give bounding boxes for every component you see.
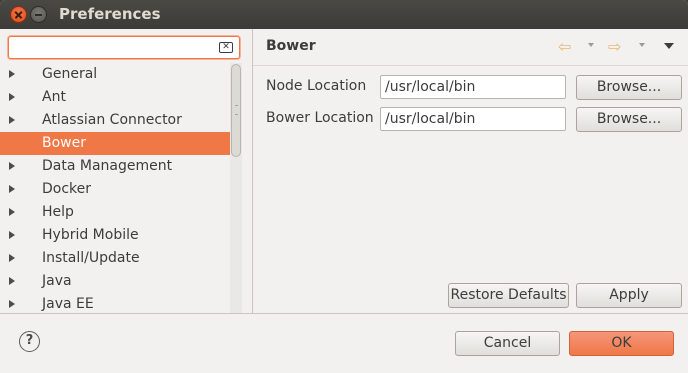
filter-field[interactable]: ✕ [8,36,240,59]
expand-arrow-icon[interactable] [9,70,15,78]
view-menu-icon[interactable] [664,43,674,49]
tree-item-label: Docker [42,181,92,197]
node-location-label: Node Location [266,78,367,94]
node-location-input[interactable] [380,75,566,99]
tree-item-data-management[interactable]: Data Management [0,155,230,178]
cancel-button[interactable]: Cancel [455,331,560,356]
tree-item-help[interactable]: Help [0,201,230,224]
expand-arrow-icon[interactable] [9,162,15,170]
back-arrow-icon[interactable]: ⇦ [558,39,575,55]
expand-arrow-icon[interactable] [9,208,15,216]
preference-tree: General Ant Atlassian Connector Bower Da… [0,63,230,313]
bower-browse-button[interactable]: Browse... [576,107,682,132]
tree-item-hybrid-mobile[interactable]: Hybrid Mobile [0,224,230,247]
tree-item-install-update[interactable]: Install/Update [0,247,230,270]
preference-tree-panel: ✕ General Ant Atlassian Connector Bower … [0,29,252,313]
minimize-window-icon[interactable] [30,6,47,23]
tree-item-label: General [42,66,98,82]
close-window-icon[interactable] [10,6,27,23]
help-icon[interactable]: ? [19,331,40,352]
filter-input[interactable] [13,39,213,56]
tree-item-label: Data Management [42,158,173,174]
tree-item-label: Hybrid Mobile [42,227,139,243]
preference-page: Bower ⇦ ⇨ Node Location Browse... Bower … [253,29,688,313]
title-separator [253,65,688,66]
tree-item-java[interactable]: Java [0,270,230,293]
tree-item-label: Help [42,204,74,220]
expand-arrow-icon[interactable] [9,185,15,193]
expand-arrow-icon[interactable] [9,231,15,239]
expand-arrow-icon[interactable] [9,93,15,101]
apply-button[interactable]: Apply [576,283,682,308]
restore-defaults-button[interactable]: Restore Defaults [448,283,569,308]
expand-arrow-icon[interactable] [9,116,15,124]
expand-arrow-icon[interactable] [9,300,15,308]
back-history-dropdown-icon[interactable] [588,43,594,47]
tree-item-label: Java EE [42,296,94,312]
button-bar-separator [0,313,688,314]
forward-history-dropdown-icon[interactable] [639,43,645,47]
tree-item-label: Install/Update [42,250,140,266]
tree-item-label: Java [42,273,72,289]
clear-filter-icon[interactable]: ✕ [219,42,233,53]
bower-location-input[interactable] [380,107,566,131]
page-title: Bower [266,38,316,54]
tree-item-bower[interactable]: Bower [0,132,230,155]
bower-location-label: Bower Location [266,110,374,126]
tree-item-atlassian-connector[interactable]: Atlassian Connector [0,109,230,132]
tree-scrollbar[interactable] [230,63,242,313]
tree-item-docker[interactable]: Docker [0,178,230,201]
scrollbar-thumb[interactable] [231,64,241,157]
tree-item-java-ee[interactable]: Java EE [0,293,230,313]
expand-arrow-icon[interactable] [9,254,15,262]
ok-button[interactable]: OK [569,331,674,356]
expand-arrow-icon[interactable] [9,277,15,285]
tree-item-label: Bower [42,135,86,151]
preferences-window: Preferences ✕ General Ant Atlassian Conn… [0,0,688,373]
node-browse-button[interactable]: Browse... [576,75,682,100]
tree-item-label: Ant [42,89,66,105]
forward-arrow-icon[interactable]: ⇨ [608,39,625,55]
tree-item-label: Atlassian Connector [42,112,182,128]
tree-item-ant[interactable]: Ant [0,86,230,109]
title-bar: Preferences [0,0,688,29]
window-title: Preferences [59,5,161,23]
tree-item-general[interactable]: General [0,63,230,86]
